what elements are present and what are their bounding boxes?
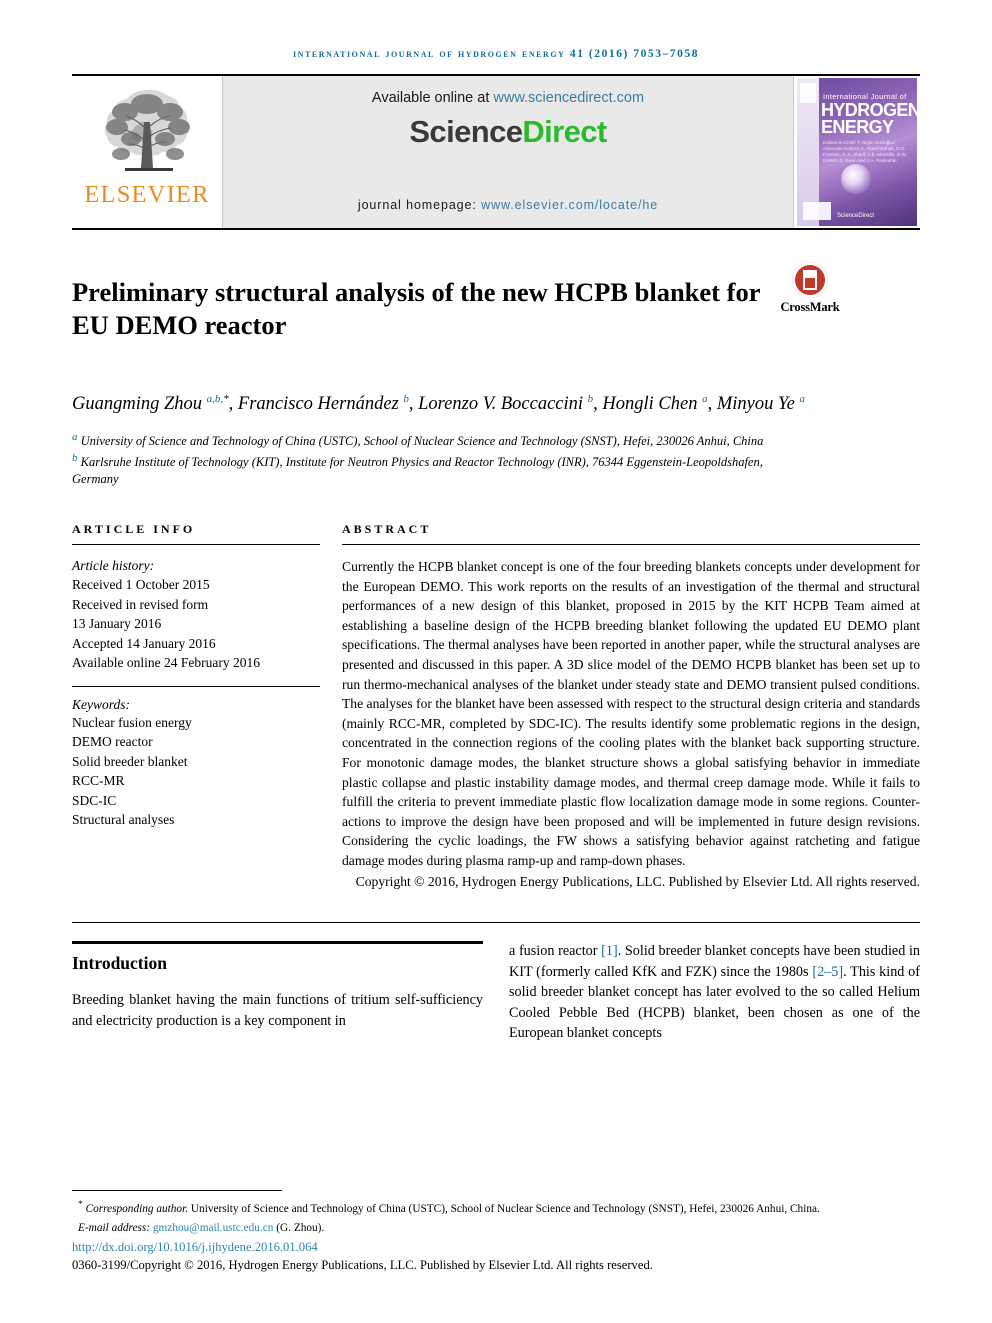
body-right-column: a fusion reactor [1]. Solid breeder blan… <box>509 941 920 1044</box>
title-row: Preliminary structural analysis of the n… <box>72 258 920 360</box>
sciencedirect-logo-science: Science <box>409 114 523 149</box>
affiliation-marker-b: b <box>72 451 78 464</box>
info-abstract-section: ARTICLE INFO Article history: Received 1… <box>72 522 920 892</box>
sciencedirect-logo[interactable]: ScienceDirect <box>409 114 607 150</box>
history-item: Available online 24 February 2016 <box>72 655 260 671</box>
keywords-label: Keywords: <box>72 696 130 712</box>
keyword-item: RCC-MR <box>72 773 125 789</box>
intro-paragraph-left: Breeding blanket having the main functio… <box>72 992 483 1029</box>
affiliation-a-text: University of Science and Technology of … <box>80 433 764 448</box>
section-heading-introduction: Introduction <box>72 953 167 974</box>
keyword-item: Structural analyses <box>72 812 175 828</box>
abstract-heading: ABSTRACT <box>342 521 432 536</box>
journal-masthead: ELSEVIER Available online at www.science… <box>72 74 920 230</box>
email-suffix: (G. Zhou). <box>273 1221 325 1234</box>
journal-homepage-link[interactable]: www.elsevier.com/locate/he <box>481 198 658 212</box>
affiliation-b: b Karlsruhe Institute of Technology (KIT… <box>72 450 792 488</box>
elsevier-logo-block: ELSEVIER <box>72 76 222 228</box>
paper-page: International Journal of Hydrogen Energy… <box>0 0 992 1323</box>
available-online-line: Available online at www.sciencedirect.co… <box>372 90 644 106</box>
intro-paragraph-right: a fusion reactor [1]. Solid breeder blan… <box>509 943 921 1042</box>
cover-editors-text: Editors-in-Chief: T. Nejat Veziroğlu / A… <box>823 140 907 163</box>
issn-copyright-line: 0360-3199/Copyright © 2016, Hydrogen Ene… <box>72 1258 653 1272</box>
journal-homepage-label: journal homepage: <box>357 198 482 212</box>
keyword-item: Nuclear fusion energy <box>72 714 192 730</box>
email-note: E-mail address: gmzhou@mail.ustc.edu.cn … <box>72 1221 920 1237</box>
article-info-rule <box>72 543 320 545</box>
keywords-rule <box>72 685 320 687</box>
running-head: International Journal of Hydrogen Energy… <box>292 48 699 60</box>
history-item: 13 January 2016 <box>72 616 162 632</box>
cover-title-line3: ENERGY <box>821 117 894 137</box>
elsevier-wordmark: ELSEVIER <box>84 181 210 208</box>
email-label: E-mail address: <box>78 1221 153 1234</box>
corresponding-marker: * <box>78 1200 83 1211</box>
sciencedirect-banner: Available online at www.sciencedirect.co… <box>222 76 794 228</box>
crossmark-badge[interactable]: CrossMark <box>772 262 848 315</box>
journal-cover-image: International Journal of HYDROGEN ENERGY… <box>797 78 917 226</box>
crossmark-icon <box>792 262 828 298</box>
corresponding-author-note: * Corresponding author. University of Sc… <box>72 1198 920 1217</box>
footer-rule <box>72 1190 282 1192</box>
article-info-heading: ARTICLE INFO <box>72 521 196 536</box>
abstract-rule <box>342 543 920 545</box>
abstract-text: Currently the HCPB blanket concept is on… <box>342 558 920 868</box>
email-link[interactable]: gmzhou@mail.ustc.edu.cn <box>153 1222 274 1234</box>
article-history-block: Article history: Received 1 October 2015… <box>72 556 320 673</box>
keyword-item: DEMO reactor <box>72 734 153 750</box>
corresponding-author-address: University of Science and Technology of … <box>188 1203 820 1215</box>
body-separator-rule <box>72 922 920 924</box>
page-footer: * Corresponding author. University of Sc… <box>72 1190 920 1273</box>
keyword-item: SDC-IC <box>72 792 117 808</box>
cover-sciencedirect-mark: ScienceDirect <box>837 213 875 219</box>
page-title: Preliminary structural analysis of the n… <box>72 276 760 340</box>
body-columns: Introduction Breeding blanket having the… <box>72 941 920 1044</box>
cover-title-main: HYDROGEN ENERGY <box>821 101 917 137</box>
body-left-column: Introduction Breeding blanket having the… <box>72 941 483 1044</box>
affiliation-marker-a: a <box>72 430 78 443</box>
sciencedirect-logo-direct: Direct <box>522 114 607 149</box>
abstract-column: ABSTRACT Currently the HCPB blanket conc… <box>342 522 920 892</box>
journal-homepage-line: journal homepage: www.elsevier.com/locat… <box>223 198 793 212</box>
history-item: Received in revised form <box>72 596 209 612</box>
corresponding-author-label: Corresponding author. <box>85 1203 189 1215</box>
history-item: Accepted 14 January 2016 <box>72 635 216 651</box>
cover-elsevier-mark <box>800 83 816 103</box>
affiliation-b-text: Karlsruhe Institute of Technology (KIT),… <box>72 454 763 486</box>
section-heading-rule <box>72 941 483 945</box>
author-list: Guangming Zhou a,b,*, Francisco Hernánde… <box>72 392 805 414</box>
sciencedirect-url-link[interactable]: www.sciencedirect.com <box>493 90 644 106</box>
article-history-label: Article history: <box>72 557 155 573</box>
keywords-list: Nuclear fusion energy DEMO reactor Solid… <box>72 713 320 830</box>
affiliation-list: a University of Science and Technology o… <box>72 429 792 488</box>
abstract-copyright: Copyright © 2016, Hydrogen Energy Public… <box>355 874 920 890</box>
history-item: Received 1 October 2015 <box>72 577 210 593</box>
journal-cover-block: International Journal of HYDROGEN ENERGY… <box>794 76 920 228</box>
cover-orb-graphic <box>841 164 871 194</box>
cover-ihe-badge <box>803 202 831 220</box>
crossmark-label: CrossMark <box>780 300 840 314</box>
elsevier-tree-icon <box>104 89 190 171</box>
affiliation-a: a University of Science and Technology o… <box>72 429 792 450</box>
available-online-text: Available online at <box>371 90 494 106</box>
keyword-item: Solid breeder blanket <box>72 753 188 769</box>
article-info-column: ARTICLE INFO Article history: Received 1… <box>72 522 320 892</box>
doi-link[interactable]: http://dx.doi.org/10.1016/j.ijhydene.201… <box>72 1240 920 1255</box>
